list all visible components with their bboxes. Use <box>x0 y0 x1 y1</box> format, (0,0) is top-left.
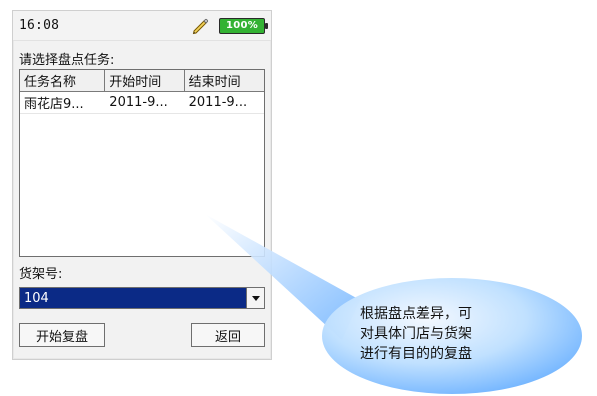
battery-indicator: 100% <box>219 17 268 34</box>
task-list-header: 任务名称 开始时间 结束时间 <box>20 70 264 92</box>
status-time: 16:08 <box>19 18 60 33</box>
shelf-number-selected-value[interactable]: 104 <box>20 288 246 308</box>
callout-text: 根据盘点差异，可 对具体门店与货架 进行有目的的复盘 <box>360 306 472 362</box>
chevron-down-icon <box>251 296 260 301</box>
start-recount-button[interactable]: 开始复盘 <box>19 323 105 347</box>
shelf-dropdown-button[interactable] <box>246 288 264 308</box>
column-header-end-time[interactable]: 结束时间 <box>185 70 264 91</box>
table-cell-task-name: 雨花店9... <box>24 97 84 112</box>
task-list[interactable]: 任务名称 开始时间 结束时间 雨花店9... 2011-9... 2011-9.… <box>19 69 265 257</box>
pencil-icon <box>192 18 209 34</box>
status-bar: 16:08 100% <box>13 11 271 41</box>
device-window: 16:08 100% 请选择盘点任务: 任务名称 开始时间 结束时间 雨花店9.… <box>12 10 272 360</box>
shelf-number-label: 货架号: <box>19 267 63 282</box>
column-header-start-time[interactable]: 开始时间 <box>105 70 185 91</box>
back-button[interactable]: 返回 <box>191 323 265 347</box>
table-row[interactable]: 雨花店9... 2011-9... 2011-9... <box>20 92 264 114</box>
shelf-number-select[interactable]: 104 <box>19 287 265 309</box>
table-cell-end-time: 2011-9... <box>188 95 248 110</box>
battery-text: 100% <box>225 20 259 31</box>
column-header-task-name[interactable]: 任务名称 <box>20 70 106 91</box>
pencil-icon <box>189 15 211 37</box>
table-cell-start-time: 2011-9... <box>109 95 168 110</box>
status-right: 100% <box>189 15 268 37</box>
task-prompt: 请选择盘点任务: <box>19 53 115 68</box>
